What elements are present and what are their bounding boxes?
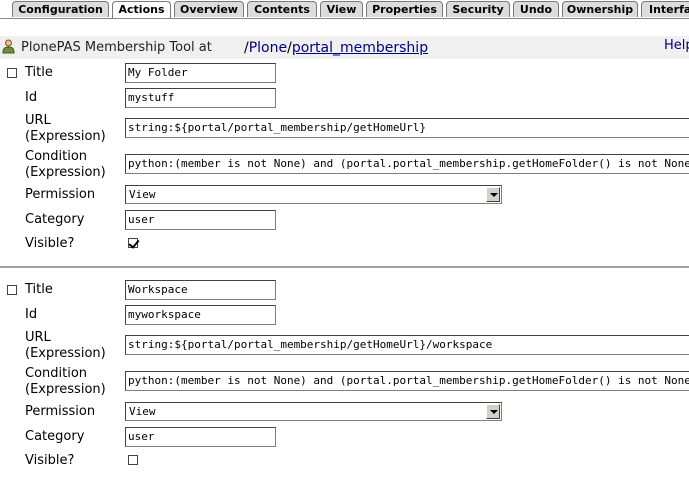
tab-actions[interactable]: Actions — [112, 1, 171, 18]
title-label: Title — [25, 282, 53, 297]
person-icon — [2, 39, 15, 54]
tab-security[interactable]: Security — [446, 1, 510, 17]
id-label: Id — [25, 90, 38, 105]
tab-view[interactable]: View — [320, 1, 363, 17]
title-label: Title — [25, 65, 53, 80]
tab-properties[interactable]: Properties — [366, 1, 443, 17]
title-field[interactable]: My Folder — [125, 63, 276, 83]
permission-value: View — [129, 188, 156, 201]
breadcrumb: /Plone/portal_membership — [244, 40, 428, 56]
tool-header: PlonePAS Membership Tool at /Plone/porta… — [0, 36, 689, 59]
id-label: Id — [25, 307, 38, 322]
chevron-down-icon[interactable] — [486, 187, 500, 202]
category-field[interactable]: user — [125, 427, 276, 447]
tab-contents[interactable]: Contents — [247, 1, 317, 17]
id-field[interactable]: myworkspace — [125, 305, 276, 325]
permission-label: Permission — [25, 404, 96, 419]
category-label: Category — [25, 429, 85, 444]
tab-overview[interactable]: Overview — [174, 1, 244, 17]
id-field[interactable]: mystuff — [125, 88, 276, 108]
action-select-checkbox[interactable] — [7, 285, 17, 295]
tab-interfaces[interactable]: Interfa — [641, 1, 689, 17]
tab-ownership[interactable]: Ownership — [562, 1, 638, 17]
permission-select[interactable]: View — [125, 402, 502, 421]
tab-configuration[interactable]: Configuration — [12, 1, 109, 17]
title-field[interactable]: Workspace — [125, 280, 276, 300]
url-expression-field[interactable]: string:${portal/portal_membership/getHom… — [125, 335, 689, 355]
url-expression-field[interactable]: string:${portal/portal_membership/getHom… — [125, 118, 689, 138]
breadcrumb-link-portal-membership[interactable]: portal_membership — [292, 40, 428, 56]
action-select-checkbox[interactable] — [7, 68, 17, 78]
visible-label: Visible? — [25, 236, 75, 251]
page-title: PlonePAS Membership Tool at — [21, 40, 212, 55]
help-link[interactable]: Help — [664, 38, 689, 53]
url-label: URL (Expression) — [25, 330, 106, 361]
chevron-down-icon[interactable] — [486, 404, 500, 419]
permission-value: View — [129, 405, 156, 418]
condition-label: Condition (Expression) — [25, 366, 106, 397]
url-label: URL (Expression) — [25, 113, 106, 144]
condition-expression-field[interactable]: python:(member is not None) and (portal.… — [125, 371, 689, 391]
breadcrumb-link-plone[interactable]: Plone — [249, 40, 287, 56]
category-label: Category — [25, 212, 85, 227]
section-divider — [0, 266, 689, 268]
visible-label: Visible? — [25, 453, 75, 468]
visible-checkbox[interactable] — [128, 455, 138, 465]
permission-select[interactable]: View — [125, 185, 502, 204]
category-field[interactable]: user — [125, 210, 276, 230]
permission-label: Permission — [25, 187, 96, 202]
condition-label: Condition (Expression) — [25, 149, 106, 180]
tab-bar: Configuration Actions Overview Contents … — [0, 0, 689, 19]
visible-checkbox[interactable] — [128, 238, 138, 248]
condition-expression-field[interactable]: python:(member is not None) and (portal.… — [125, 154, 689, 174]
tab-undo[interactable]: Undo — [513, 1, 559, 17]
